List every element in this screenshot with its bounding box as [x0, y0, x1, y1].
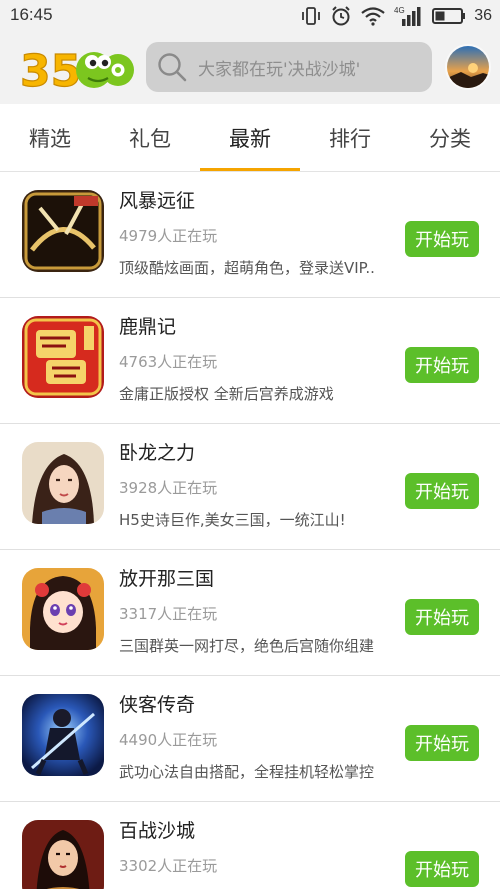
- tab-gifts[interactable]: 礼包: [100, 104, 200, 172]
- game-title: 风暴远征: [119, 190, 196, 212]
- alarm-icon: [332, 6, 350, 26]
- vibrate-icon: [302, 7, 321, 25]
- game-description: 武功心法自由搭配，全程挂机轻松掌控: [119, 763, 375, 781]
- start-play-button[interactable]: 开始玩: [405, 599, 479, 635]
- xiake-game-icon[interactable]: [22, 694, 104, 776]
- tab-ranking[interactable]: 排行: [300, 104, 400, 172]
- tab-newest[interactable]: 最新: [200, 104, 300, 172]
- search-bar[interactable]: 大家都在玩'决战沙城': [146, 42, 432, 92]
- app-logo[interactable]: 35: [19, 40, 136, 98]
- list-item[interactable]: 鹿鼎记 4763人正在玩 金庸正版授权 全新后宫养成游戏 开始玩: [0, 298, 500, 424]
- player-count: 4763人正在玩: [119, 353, 218, 371]
- wifi-icon: [361, 7, 385, 26]
- list-item[interactable]: 风暴远征 4979人正在玩 顶级酷炫画面，超萌角色，登录送VIP.. 开始玩: [0, 172, 500, 298]
- list-item[interactable]: 百战沙城 3302人正在玩 开始玩: [0, 802, 500, 889]
- user-avatar[interactable]: [445, 44, 491, 90]
- tab-categories[interactable]: 分类: [400, 104, 500, 172]
- fengbao-game-icon[interactable]: [22, 190, 104, 272]
- app-header: 35 大家都在玩'决战沙城': [0, 32, 500, 104]
- status-time: 16:45: [10, 5, 53, 24]
- status-bar: 16:45 4G 36: [0, 0, 500, 32]
- player-count: 4979人正在玩: [119, 227, 218, 245]
- fangkai-game-icon[interactable]: [22, 568, 104, 650]
- search-icon: [158, 53, 187, 82]
- game-title: 侠客传奇: [119, 694, 196, 716]
- player-count: 4490人正在玩: [119, 731, 218, 749]
- game-description: 金庸正版授权 全新后宫养成游戏: [119, 385, 334, 403]
- game-description: 顶级酷炫画面，超萌角色，登录送VIP..: [119, 259, 375, 277]
- search-placeholder: 大家都在玩'决战沙城': [198, 59, 361, 80]
- list-item[interactable]: 侠客传奇 4490人正在玩 武功心法自由搭配，全程挂机轻松掌控 开始玩: [0, 676, 500, 802]
- list-item[interactable]: 卧龙之力 3928人正在玩 H5史诗巨作,美女三国，一统江山! 开始玩: [0, 424, 500, 550]
- baizhan-game-icon[interactable]: [22, 820, 104, 889]
- battery-level: 36: [474, 7, 492, 24]
- game-description: H5史诗巨作,美女三国，一统江山!: [119, 511, 346, 529]
- status-icons: 4G 36: [300, 4, 492, 28]
- game-title: 放开那三国: [119, 568, 215, 590]
- battery-icon: [432, 8, 466, 24]
- player-count: 3302人正在玩: [119, 857, 218, 875]
- start-play-button[interactable]: 开始玩: [405, 473, 479, 509]
- game-title: 百战沙城: [119, 820, 196, 842]
- list-item[interactable]: 放开那三国 3317人正在玩 三国群英一网打尽，绝色后宫随你组建 开始玩: [0, 550, 500, 676]
- signal-icon: 4G: [394, 6, 421, 26]
- tab-featured[interactable]: 精选: [0, 104, 100, 172]
- category-tabs: 精选 礼包 最新 排行 分类: [0, 104, 500, 172]
- player-count: 3928人正在玩: [119, 479, 218, 497]
- start-play-button[interactable]: 开始玩: [405, 221, 479, 257]
- game-description: 三国群英一网打尽，绝色后宫随你组建: [119, 637, 375, 655]
- wolong-game-icon[interactable]: [22, 442, 104, 524]
- start-play-button[interactable]: 开始玩: [405, 725, 479, 761]
- game-title: 卧龙之力: [119, 442, 196, 464]
- active-tab-indicator: [200, 168, 300, 171]
- start-play-button[interactable]: 开始玩: [405, 851, 479, 887]
- svg-text:4G: 4G: [394, 6, 405, 15]
- ludingji-game-icon[interactable]: [22, 316, 104, 398]
- start-play-button[interactable]: 开始玩: [405, 347, 479, 383]
- player-count: 3317人正在玩: [119, 605, 218, 623]
- svg-text:35: 35: [20, 46, 81, 92]
- game-title: 鹿鼎记: [119, 316, 177, 338]
